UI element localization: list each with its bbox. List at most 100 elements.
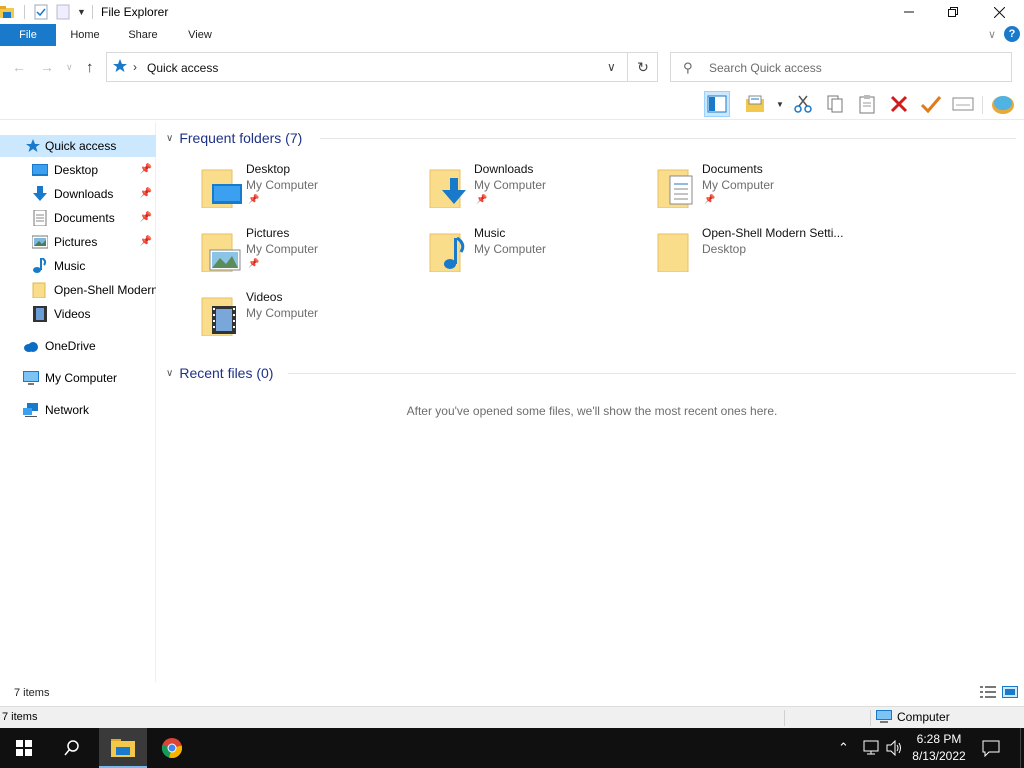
email-button[interactable] xyxy=(950,91,976,117)
ribbon-tabs: File Home Share View ∨ ? xyxy=(0,24,1024,46)
file-explorer-icon[interactable] xyxy=(0,4,16,20)
sidebar-item-documents[interactable]: Documents 📌 xyxy=(0,207,156,229)
folder-options-icon xyxy=(746,95,764,112)
search-button[interactable] xyxy=(48,728,96,768)
folder-tile-pictures[interactable]: Pictures My Computer 📌 xyxy=(200,226,420,286)
taskbar-file-explorer[interactable] xyxy=(99,728,147,768)
sidebar-item-pictures[interactable]: Pictures 📌 xyxy=(0,231,156,253)
copy-button[interactable] xyxy=(822,91,848,117)
refresh-button[interactable]: ↻ xyxy=(627,53,658,81)
properties-icon[interactable] xyxy=(33,4,49,20)
navigation-pane-button[interactable] xyxy=(704,91,730,117)
status-separator xyxy=(870,710,871,726)
taskbar-chrome[interactable] xyxy=(148,728,196,768)
network-status-button[interactable] xyxy=(862,728,880,768)
breadcrumb-chevron-icon[interactable]: › xyxy=(133,60,137,74)
sidebar-item-label: OneDrive xyxy=(45,339,96,353)
start-button[interactable] xyxy=(0,728,48,768)
sidebar-item-label: Desktop xyxy=(54,163,99,177)
restore-icon xyxy=(948,7,958,17)
show-hidden-icons-button[interactable]: ⌃ xyxy=(838,728,849,768)
folder-name: Music xyxy=(474,226,506,240)
pin-icon: 📌 xyxy=(139,164,152,175)
windows-logo-icon xyxy=(16,740,32,756)
content-pane: ∨ Frequent folders (7) Desktop My Comput… xyxy=(160,122,1024,682)
speaker-icon xyxy=(886,740,901,756)
cut-button[interactable] xyxy=(790,91,816,117)
tab-home[interactable]: Home xyxy=(60,24,110,46)
navigation-pane-icon xyxy=(707,95,727,113)
classic-status-bar: 7 items Computer xyxy=(0,706,1024,728)
breadcrumb-path[interactable]: Quick access xyxy=(147,61,218,75)
address-bar[interactable]: › Quick access ∨ ↻ xyxy=(106,52,658,82)
help-icon[interactable]: ? xyxy=(1004,26,1020,42)
action-center-button[interactable] xyxy=(982,728,1000,768)
frequent-folders-header[interactable]: ∨ Frequent folders (7) xyxy=(166,128,302,148)
tab-view[interactable]: View xyxy=(176,24,224,46)
address-dropdown-icon[interactable]: ∨ xyxy=(607,60,616,74)
folder-tile-downloads[interactable]: Downloads My Computer 📌 xyxy=(428,162,648,222)
forward-arrow-icon[interactable]: → xyxy=(40,59,54,75)
folder-icon xyxy=(657,233,689,272)
sidebar-item-downloads[interactable]: Downloads 📌 xyxy=(0,183,156,205)
sidebar-item-onedrive[interactable]: OneDrive xyxy=(0,335,156,357)
sidebar-item-quick-access[interactable]: Quick access xyxy=(0,135,156,157)
group-divider xyxy=(288,373,1016,374)
show-desktop-button[interactable] xyxy=(1020,728,1024,768)
sidebar-item-open-shell[interactable]: Open-Shell Modern xyxy=(0,279,156,301)
open-shell-settings-button[interactable] xyxy=(990,91,1016,117)
back-arrow-icon[interactable]: ← xyxy=(12,59,26,75)
volume-button[interactable] xyxy=(886,728,904,768)
up-arrow-icon[interactable]: ↑ xyxy=(86,59,94,76)
recent-files-header[interactable]: ∨ Recent files (0) xyxy=(166,363,273,383)
item-count: 7 items xyxy=(14,687,50,699)
title-separator xyxy=(92,5,93,19)
close-button[interactable] xyxy=(976,0,1022,24)
folder-name: Desktop xyxy=(246,162,291,176)
folder-options-button[interactable] xyxy=(742,91,768,117)
folder-options-dropdown-icon[interactable]: ▼ xyxy=(776,100,784,109)
minimize-button[interactable] xyxy=(886,0,932,24)
sidebar-item-my-computer[interactable]: My Computer xyxy=(0,367,156,389)
folder-tile-open-shell[interactable]: Open-Shell Modern Setti... Desktop xyxy=(656,226,876,286)
pin-icon: 📌 xyxy=(139,212,152,223)
folder-tile-documents[interactable]: Documents My Computer 📌 xyxy=(656,162,876,222)
folder-name: Documents xyxy=(702,162,763,176)
clock[interactable]: 6:28 PM 8/13/2022 xyxy=(908,731,970,765)
folder-name: Videos xyxy=(246,290,283,304)
paste-button[interactable] xyxy=(854,91,880,117)
pin-icon: 📌 xyxy=(704,194,716,204)
customize-qat-chevron-icon[interactable]: ▼ xyxy=(77,7,86,17)
pin-icon: 📌 xyxy=(476,194,488,204)
tab-file[interactable]: File xyxy=(0,24,56,46)
search-input[interactable] xyxy=(709,59,999,77)
folder-icon xyxy=(32,282,46,298)
sidebar-item-music[interactable]: Music xyxy=(0,255,156,277)
chrome-icon xyxy=(161,738,183,758)
search-box[interactable]: ⚲ xyxy=(670,52,1012,82)
email-icon xyxy=(952,97,974,111)
window-title: File Explorer xyxy=(101,5,169,19)
details-view-icon[interactable] xyxy=(980,686,996,698)
ribbon-controls: ∨ ? xyxy=(988,26,1020,42)
expand-ribbon-chevron-icon[interactable]: ∨ xyxy=(988,28,996,41)
delete-button[interactable] xyxy=(886,91,912,117)
new-folder-icon[interactable] xyxy=(55,4,71,20)
sidebar-item-network[interactable]: Network xyxy=(0,399,156,421)
properties-button[interactable] xyxy=(918,91,944,117)
tab-share[interactable]: Share xyxy=(118,24,168,46)
sidebar-item-desktop[interactable]: Desktop 📌 xyxy=(0,159,156,181)
restore-button[interactable] xyxy=(930,0,976,24)
sidebar-item-videos[interactable]: Videos xyxy=(0,303,156,325)
collapse-chevron-icon[interactable]: ∨ xyxy=(166,368,173,379)
folder-tile-videos[interactable]: Videos My Computer xyxy=(200,290,420,350)
recent-locations-chevron-icon[interactable]: ∨ xyxy=(66,62,73,73)
folder-tile-desktop[interactable]: Desktop My Computer 📌 xyxy=(200,162,420,222)
videos-folder-icon xyxy=(201,297,236,336)
network-wired-icon xyxy=(863,740,879,755)
pin-icon: 📌 xyxy=(139,188,152,199)
folder-tile-music[interactable]: Music My Computer xyxy=(428,226,648,286)
collapse-chevron-icon[interactable]: ∨ xyxy=(166,133,173,144)
large-icons-view-icon[interactable] xyxy=(1002,686,1018,698)
cloud-icon xyxy=(24,342,38,352)
